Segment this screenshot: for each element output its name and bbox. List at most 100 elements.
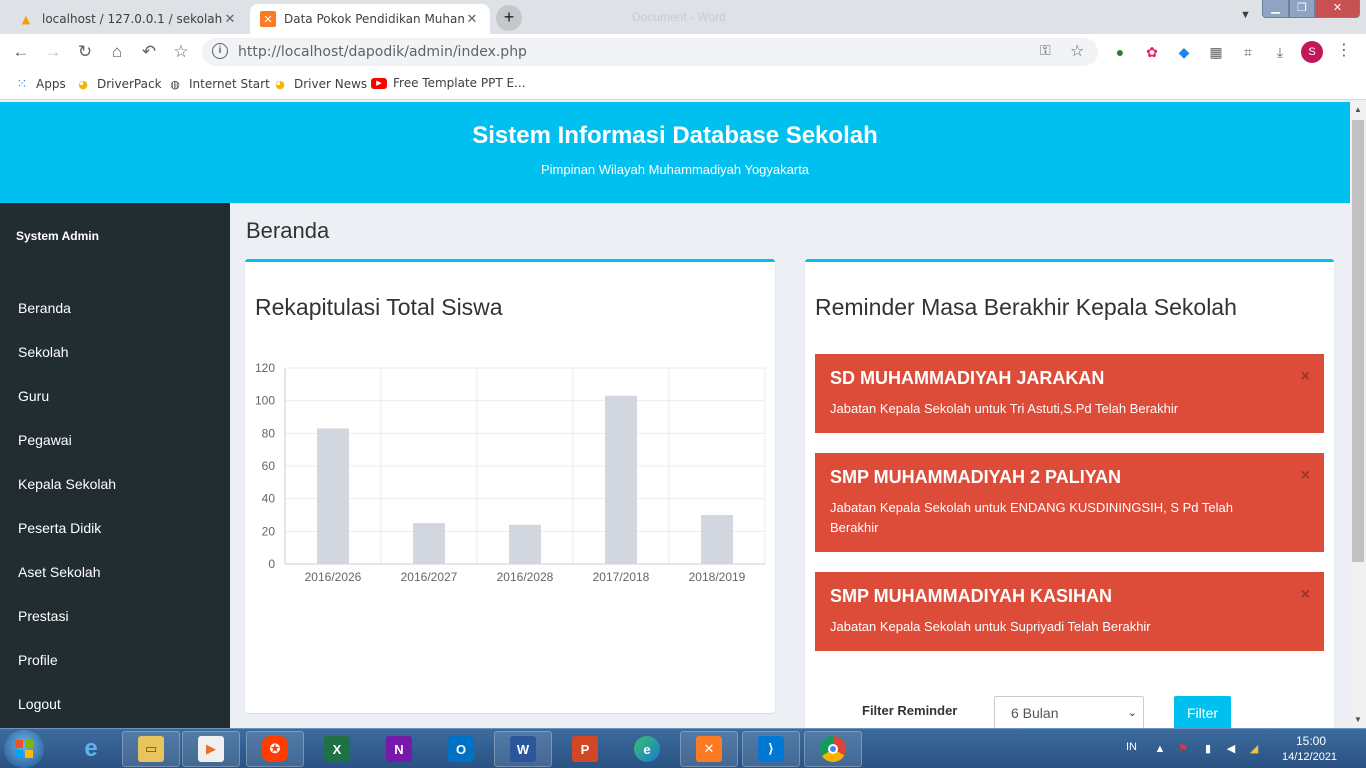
powerpoint-icon[interactable]: P <box>556 731 614 767</box>
youtube-icon: ▶ <box>371 77 387 89</box>
forward-icon[interactable]: → <box>41 40 65 64</box>
reload-icon[interactable]: ↻ <box>73 40 97 64</box>
clock-time[interactable]: 15:00 <box>1296 734 1326 748</box>
key-icon[interactable]: ⚿ <box>1040 42 1051 59</box>
bar <box>413 523 445 564</box>
close-icon[interactable]: × <box>1301 586 1310 604</box>
back-icon[interactable]: ← <box>9 40 33 64</box>
close-icon[interactable]: × <box>1301 467 1310 485</box>
scroll-down-icon[interactable]: ▼ <box>1350 712 1366 728</box>
media-player-icon[interactable]: ▶ <box>182 731 240 767</box>
recorder-icon[interactable]: ✪ <box>246 731 304 767</box>
profile-avatar[interactable]: S <box>1301 41 1323 63</box>
word-icon[interactable]: W <box>494 731 552 767</box>
download-icon[interactable]: ⤓ <box>1270 42 1290 62</box>
network-icon[interactable]: ◢ <box>1247 742 1261 756</box>
tab-title: localhost / 127.0.0.1 / sekolah2 / <box>42 12 222 26</box>
minimize-button[interactable]: ▁ <box>1262 0 1289 18</box>
chrome-icon[interactable] <box>804 731 862 767</box>
battery-icon[interactable]: ▮ <box>1201 742 1215 756</box>
sidebar-item-logout[interactable]: Logout <box>0 682 230 726</box>
start-button[interactable] <box>4 730 44 768</box>
edge-icon[interactable]: e <box>618 731 676 767</box>
bookmark-driver-news[interactable]: ◕ Driver News <box>272 76 367 92</box>
vscode-icon[interactable]: ⟩ <box>742 731 800 767</box>
phpmyadmin-icon: ▲ <box>21 12 31 26</box>
close-icon[interactable]: × <box>1301 368 1310 386</box>
home-icon[interactable]: ⌂ <box>105 40 129 64</box>
new-tab-button[interactable]: + <box>496 5 522 31</box>
filter-period-select[interactable]: 6 Bulan ⌄ <box>994 696 1144 730</box>
scroll-up-icon[interactable]: ▲ <box>1350 102 1366 118</box>
tab-phpmyadmin[interactable]: ▲ localhost / 127.0.0.1 / sekolah2 / ✕ <box>8 4 248 34</box>
tab-title: Data Pokok Pendidikan Muhammadiyah <box>284 12 464 26</box>
close-tab-icon[interactable]: ✕ <box>222 12 238 27</box>
page-scrollbar[interactable]: ▲ ▼ <box>1350 102 1366 728</box>
crop-icon[interactable]: ⌗ <box>1238 42 1258 62</box>
y-tick-label: 40 <box>262 492 276 506</box>
bookmarks-bar: ⁙ Apps ◕ DriverPack ◍ Internet Start ◕ D… <box>0 70 1366 100</box>
url-text[interactable]: http://localhost/dapodik/admin/index.php <box>238 44 527 60</box>
y-tick-label: 60 <box>262 459 276 473</box>
language-indicator[interactable]: IN <box>1126 741 1137 753</box>
file-explorer-icon[interactable]: ▭ <box>122 731 180 767</box>
chart-box-title: Rekapitulasi Total Siswa <box>255 294 503 320</box>
reminder-box-title: Reminder Masa Berakhir Kepala Sekolah <box>815 294 1237 320</box>
sidebar-item-sekolah[interactable]: Sekolah <box>0 330 230 374</box>
extensions-icon[interactable]: ▦ <box>1206 42 1226 62</box>
x-tick-label: 2016/2027 <box>401 570 458 584</box>
close-window-button[interactable]: ✕ <box>1315 0 1360 18</box>
filter-button[interactable]: Filter <box>1174 696 1231 730</box>
volume-icon[interactable]: ◀ <box>1224 742 1238 756</box>
reminder-box: Reminder Masa Berakhir Kepala Sekolah SD… <box>805 259 1334 734</box>
student-bar-chart: 0 20 40 60 80 100 120 2016/2026 2016/2027 2016/20… <box>255 361 766 584</box>
clock-date[interactable]: 14/12/2021 <box>1282 751 1337 763</box>
bookmark-label: Internet Start <box>189 77 270 91</box>
excel-icon[interactable]: X <box>308 731 366 767</box>
xampp-icon[interactable]: ✕ <box>680 731 738 767</box>
globe-icon: ◍ <box>170 77 180 91</box>
extension-globe-icon[interactable]: ● <box>1110 42 1130 62</box>
sidebar-item-aset-sekolah[interactable]: Aset Sekolah <box>0 550 230 594</box>
sidebar-item-guru[interactable]: Guru <box>0 374 230 418</box>
filter-selected-value: 6 Bulan <box>1011 705 1059 721</box>
internet-explorer-icon[interactable]: e <box>62 731 120 767</box>
sidebar-item-kepala-sekolah[interactable]: Kepala Sekolah <box>0 462 230 506</box>
sidebar-item-prestasi[interactable]: Prestasi <box>0 594 230 638</box>
bookmark-driverpack[interactable]: ◕ DriverPack <box>75 76 161 92</box>
extension-color-icon[interactable]: ✿ <box>1142 42 1162 62</box>
action-center-flag-icon[interactable]: ⚑ <box>1176 742 1190 756</box>
bookmark-label: Apps <box>36 77 66 91</box>
outlook-icon[interactable]: O <box>432 731 490 767</box>
show-hidden-icons[interactable]: ▲ <box>1153 742 1167 756</box>
kebab-menu-icon[interactable]: ⋮ <box>1336 40 1352 60</box>
onenote-icon[interactable]: N <box>370 731 428 767</box>
chevron-down-icon: ⌄ <box>1127 707 1137 719</box>
bookmark-star-icon[interactable]: ☆ <box>169 40 193 64</box>
sidebar-item-pegawai[interactable]: Pegawai <box>0 418 230 462</box>
bookmark-internet-start[interactable]: ◍ Internet Start <box>167 76 270 92</box>
sidebar-user: System Admin <box>16 229 99 243</box>
sidebar-item-peserta-didik[interactable]: Peserta Didik <box>0 506 230 550</box>
sidebar-item-beranda[interactable]: Beranda <box>0 286 230 330</box>
address-bar[interactable]: i http://localhost/dapodik/admin/index.p… <box>202 38 1098 66</box>
close-tab-icon[interactable]: ✕ <box>464 12 480 27</box>
bookmark-apps[interactable]: ⁙ Apps <box>14 76 66 92</box>
chart-box: Rekapitulasi Total Siswa 0 20 40 60 80 100 120… <box>245 259 775 713</box>
browser-toolbar: ← → ↻ ⌂ ↶ ☆ i http://localhost/dapodik/a… <box>0 34 1366 70</box>
tab-search-icon[interactable]: ▼ <box>1240 9 1251 21</box>
star-icon[interactable]: ☆ <box>1070 41 1084 61</box>
bookmark-free-template[interactable]: ▶ Free Template PPT E... <box>371 76 526 90</box>
sidebar-item-profile[interactable]: Profile <box>0 638 230 682</box>
bar <box>605 395 637 564</box>
x-tick-label: 2017/2018 <box>593 570 650 584</box>
bookmark-label: Free Template PPT E... <box>393 76 526 90</box>
maximize-button[interactable]: ❐ <box>1289 0 1315 18</box>
y-tick-label: 120 <box>255 361 275 375</box>
info-icon[interactable]: i <box>212 43 228 59</box>
undo-icon[interactable]: ↶ <box>137 40 161 64</box>
scrollbar-thumb[interactable] <box>1352 120 1364 562</box>
extension-drop-icon[interactable]: ◆ <box>1174 42 1194 62</box>
alert-message: Jabatan Kepala Sekolah untuk Supriyadi T… <box>830 619 1151 634</box>
tab-dapodik[interactable]: ✕ Data Pokok Pendidikan Muhammadiyah ✕ <box>250 4 490 34</box>
